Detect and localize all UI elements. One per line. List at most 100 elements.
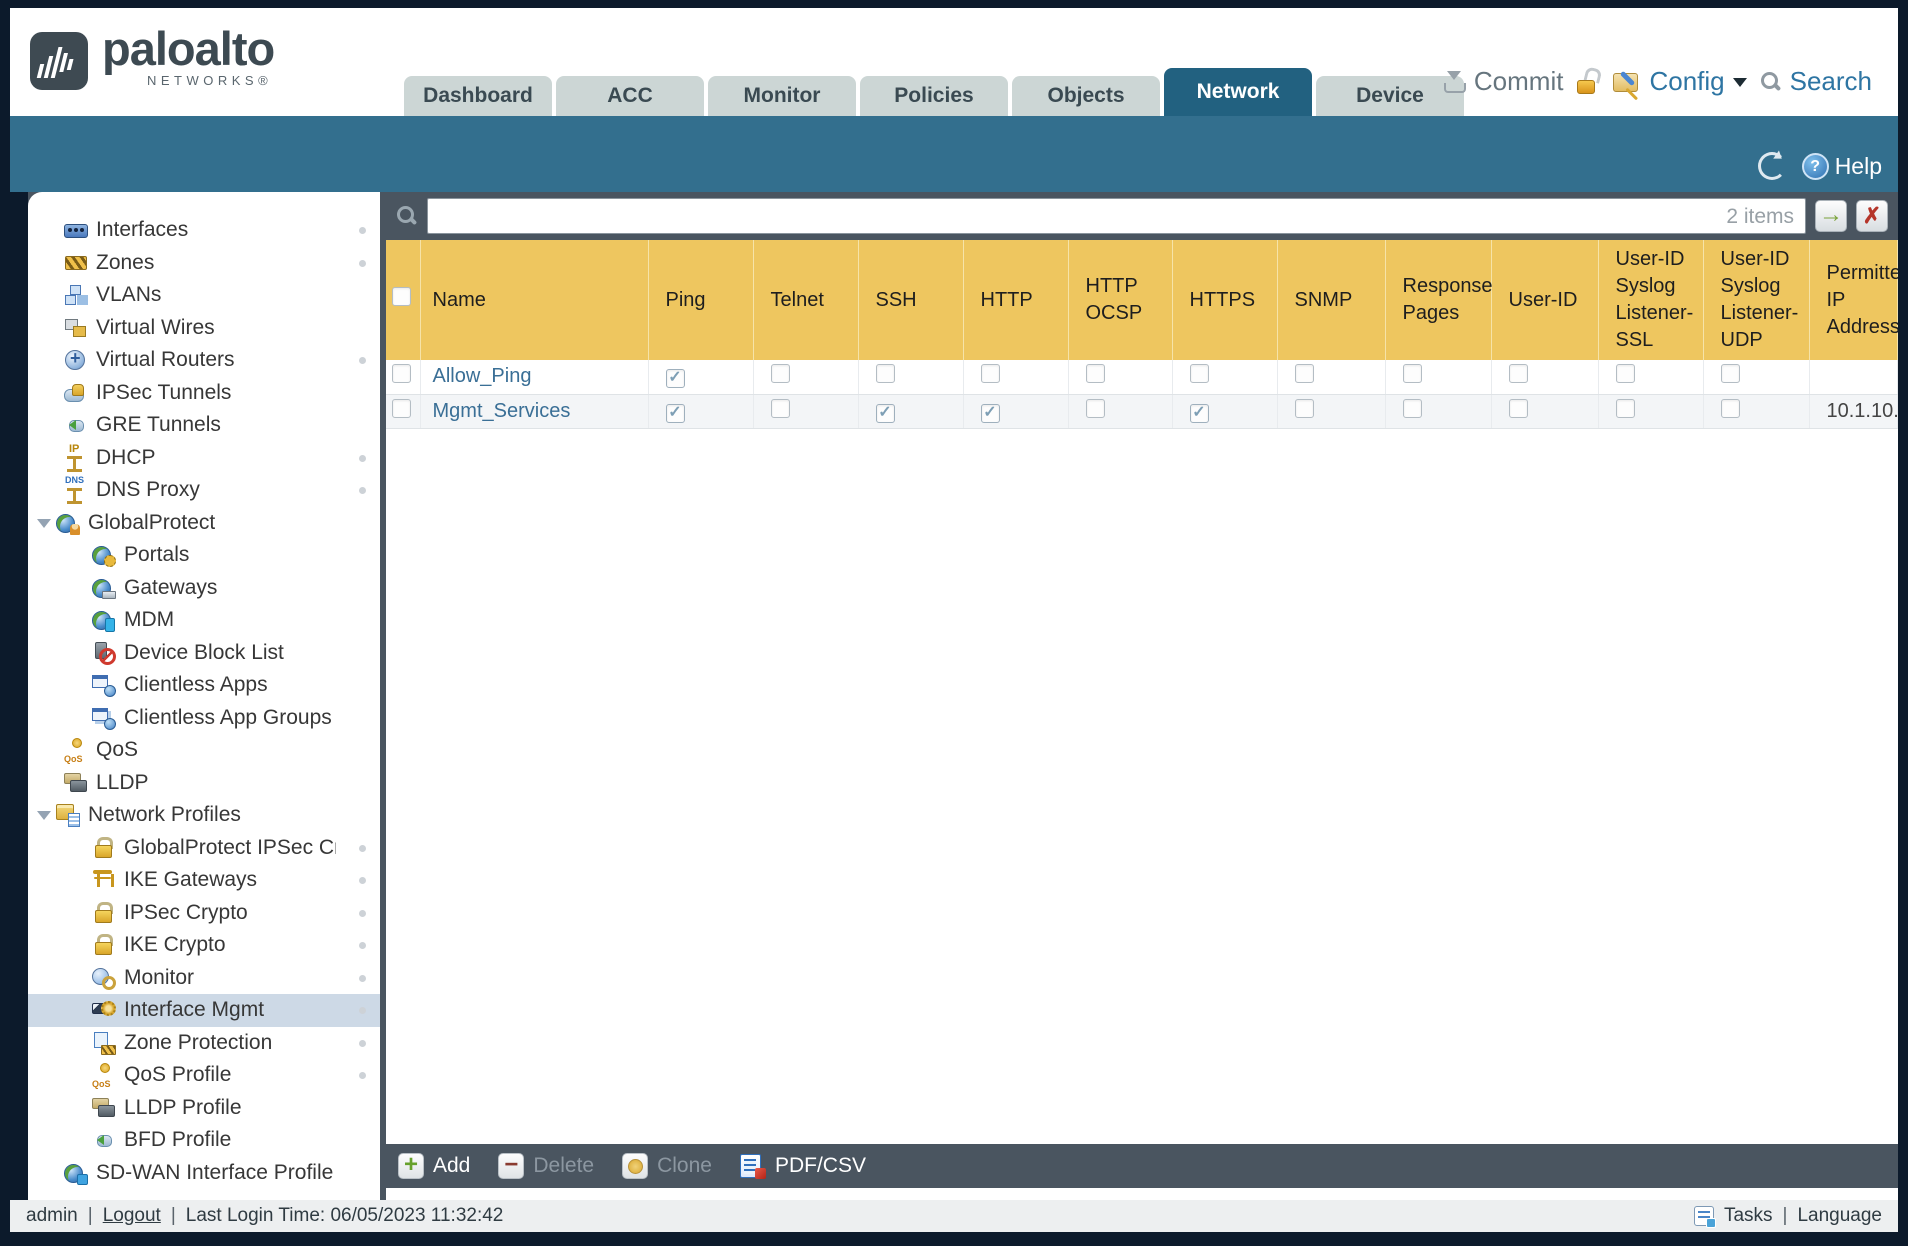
item-dot xyxy=(359,227,366,234)
commit-button[interactable]: Commit xyxy=(1442,66,1563,97)
sidebar-item-network-profiles[interactable]: Network Profiles xyxy=(28,799,380,832)
chevron-down-icon[interactable] xyxy=(37,811,51,827)
sidebar-item-qos[interactable]: QoS xyxy=(28,734,380,767)
sidebar-item-qos-profile[interactable]: QoS Profile xyxy=(28,1059,380,1092)
col-https: HTTPS xyxy=(1172,240,1278,360)
user-id-check xyxy=(1508,398,1528,418)
sidebar-item-ike-crypto[interactable]: IKE Crypto xyxy=(28,929,380,962)
delete-button[interactable]: − Delete xyxy=(498,1152,594,1179)
snmp-check xyxy=(1294,398,1314,418)
lock-icon xyxy=(92,901,116,924)
tab-network[interactable]: Network xyxy=(1164,68,1312,116)
permitted-ip-cell xyxy=(1809,360,1898,395)
tab-objects[interactable]: Objects xyxy=(1012,76,1160,116)
user-id-ssl-check xyxy=(1615,398,1635,418)
col-user-id-syslog-ssl: User-ID Syslog Listener-SSL xyxy=(1598,240,1704,360)
select-all-checkbox[interactable] xyxy=(392,286,411,306)
lldp-icon xyxy=(64,772,88,794)
dns-proxy-icon xyxy=(64,475,88,505)
sidebar-item-interfaces[interactable]: Interfaces xyxy=(28,214,380,247)
sidebar-item-device-block-list[interactable]: Device Block List xyxy=(28,637,380,670)
sidebar-item-monitor[interactable]: Monitor xyxy=(28,962,380,995)
sidebar-item-interface-mgmt[interactable]: Interface Mgmt xyxy=(28,994,380,1027)
sidebar-item-ipsec-tunnels[interactable]: IPSec Tunnels xyxy=(28,377,380,410)
help-button[interactable]: Help xyxy=(1801,152,1882,180)
sidebar-item-mdm[interactable]: MDM xyxy=(28,604,380,637)
interface-mgmt-table: Name Ping Telnet SSH HTTP HTTP OCSP HTTP… xyxy=(386,240,1898,1144)
search-icon xyxy=(396,205,418,227)
search-icon xyxy=(1760,71,1782,93)
language-button[interactable]: Language xyxy=(1797,1205,1882,1227)
sidebar-item-lldp[interactable]: LLDP xyxy=(28,767,380,800)
sidebar-item-virtual-routers[interactable]: Virtual Routers xyxy=(28,344,380,377)
item-dot xyxy=(359,487,366,494)
filter-input[interactable] xyxy=(427,198,1806,234)
profile-link-mgmt-services[interactable]: Mgmt_Services xyxy=(433,400,571,422)
sidebar-item-zones[interactable]: Zones xyxy=(28,247,380,280)
sidebar-item-globalprotect[interactable]: GlobalProtect xyxy=(28,507,380,540)
unlock-icon[interactable] xyxy=(1576,68,1600,96)
sidebar-item-bfd-profile[interactable]: BFD Profile xyxy=(28,1124,380,1157)
config-button[interactable]: Config xyxy=(1613,66,1747,97)
sidebar-item-portals[interactable]: Portals xyxy=(28,539,380,572)
row-checkbox[interactable] xyxy=(392,364,411,384)
interface-mgmt-icon xyxy=(92,999,116,1021)
sidebar-item-virtual-wires[interactable]: Virtual Wires xyxy=(28,312,380,345)
interfaces-icon xyxy=(64,219,88,241)
sidebar-item-globalprotect-ipsec-crypto[interactable]: GlobalProtect IPSec Crypto xyxy=(28,832,380,865)
sidebar-item-sd-wan-interface-profile[interactable]: SD-WAN Interface Profile xyxy=(28,1157,380,1190)
row-checkbox[interactable] xyxy=(392,398,411,418)
response-pages-check xyxy=(1402,398,1422,418)
sidebar-item-gateways[interactable]: Gateways xyxy=(28,572,380,605)
sidebar-item-lldp-profile[interactable]: LLDP Profile xyxy=(28,1092,380,1125)
vlans-icon xyxy=(64,284,88,306)
sidebar-item-gre-tunnels[interactable]: GRE Tunnels xyxy=(28,409,380,442)
chevron-down-icon[interactable] xyxy=(37,518,51,535)
search-button[interactable]: Search xyxy=(1760,66,1872,97)
telnet-check xyxy=(770,398,790,418)
clone-button[interactable]: Clone xyxy=(622,1153,712,1179)
http-check xyxy=(980,364,1000,384)
item-dot xyxy=(359,1039,366,1047)
add-button[interactable]: + Add xyxy=(398,1153,470,1179)
tasks-button[interactable]: Tasks xyxy=(1724,1205,1773,1227)
telnet-check xyxy=(770,364,790,384)
clientless-app-groups-icon xyxy=(92,707,116,730)
tab-dashboard[interactable]: Dashboard xyxy=(404,76,552,116)
bfd-profile-icon xyxy=(92,1129,116,1151)
lock-icon xyxy=(92,836,116,859)
sidebar-item-dns-proxy[interactable]: DNS Proxy xyxy=(28,474,380,507)
sidebar-item-dhcp[interactable]: DHCP xyxy=(28,442,380,475)
user-id-udp-check xyxy=(1720,364,1740,384)
item-dot xyxy=(359,259,366,267)
tasks-icon xyxy=(1693,1206,1716,1228)
paloalto-logo-icon xyxy=(30,32,88,90)
tab-monitor[interactable]: Monitor xyxy=(708,76,856,116)
monitor-icon xyxy=(92,967,116,990)
table-row: Allow_Ping ✓ xyxy=(386,360,1898,395)
sidebar-item-clientless-apps[interactable]: Clientless Apps xyxy=(28,669,380,702)
col-user-id-syslog-udp: User-ID Syslog Listener-UDP xyxy=(1703,240,1810,360)
chevron-down-icon xyxy=(1732,77,1747,94)
sidebar-item-ike-gateways[interactable]: IKE Gateways xyxy=(28,864,380,897)
pdf-csv-button[interactable]: PDF/CSV xyxy=(739,1153,866,1179)
sidebar-item-ipsec-crypto[interactable]: IPSec Crypto xyxy=(28,897,380,930)
profile-link-allow-ping[interactable]: Allow_Ping xyxy=(433,365,532,387)
logout-link[interactable]: Logout xyxy=(103,1205,161,1227)
refresh-icon[interactable] xyxy=(1757,152,1786,180)
tab-acc[interactable]: ACC xyxy=(556,76,704,116)
http-check: ✓ xyxy=(980,403,1000,423)
https-check: ✓ xyxy=(1189,403,1209,423)
qos-icon xyxy=(64,738,88,764)
user-id-ssl-check xyxy=(1615,364,1635,384)
apply-filter-button[interactable]: → xyxy=(1815,200,1847,232)
status-bar: admin | Logout | Last Login Time: 06/05/… xyxy=(10,1200,1898,1232)
sidebar-item-clientless-app-groups[interactable]: Clientless App Groups xyxy=(28,702,380,735)
clientless-apps-icon xyxy=(92,674,116,698)
permitted-ip-cell: 10.1.10... xyxy=(1809,394,1898,429)
sidebar-item-vlans[interactable]: VLANs xyxy=(28,279,380,312)
sidebar-item-zone-protection[interactable]: Zone Protection xyxy=(28,1027,380,1060)
tab-policies[interactable]: Policies xyxy=(860,76,1008,116)
clear-filter-button[interactable]: ✗ xyxy=(1856,200,1888,232)
item-dot xyxy=(359,942,366,949)
